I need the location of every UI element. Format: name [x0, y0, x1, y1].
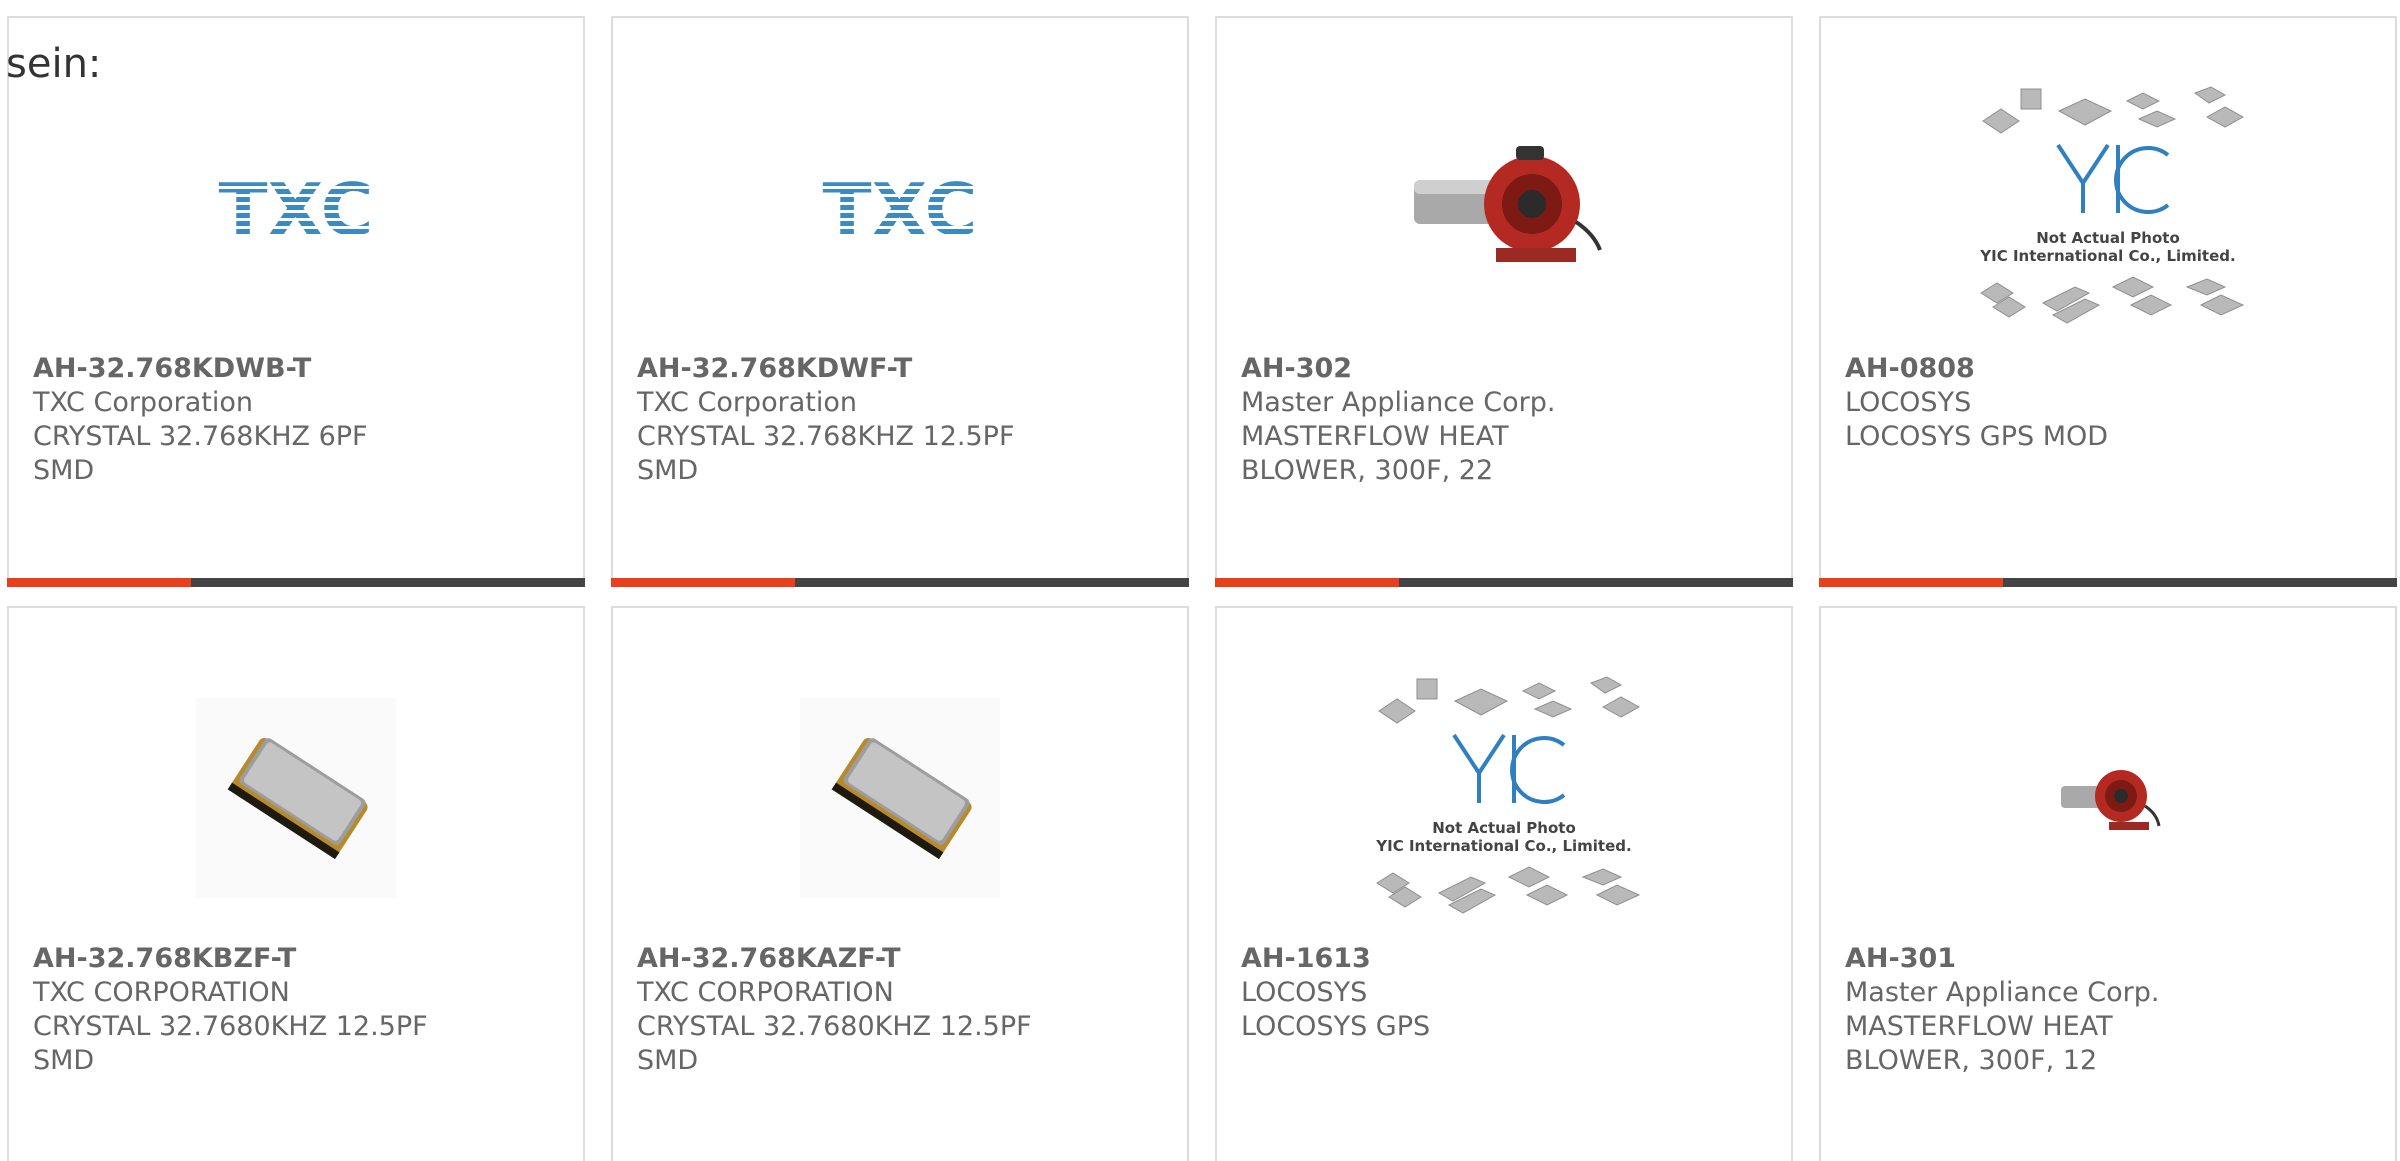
page-fragment-text: sein: — [6, 41, 102, 87]
description: MASTERFLOW HEAT BLOWER, 300F, 22 — [1241, 421, 1509, 486]
heat-blower-small-icon — [2061, 770, 2161, 830]
crystal-icon — [800, 698, 1000, 898]
manufacturer: Master Appliance Corp. — [1241, 387, 1556, 418]
product-info: AH-302 Master Appliance Corp. MASTERFLOW… — [1241, 352, 1767, 488]
card-bar-accent — [7, 578, 191, 587]
product-info: AH-301 Master Appliance Corp. MASTERFLOW… — [1845, 942, 2371, 1078]
description: LOCOSYS GPS MOD — [1845, 421, 2109, 452]
manufacturer: Master Appliance Corp. — [1845, 977, 2160, 1008]
part-number[interactable]: AH-301 — [1845, 942, 2371, 976]
card-bar-accent — [1215, 578, 1399, 587]
part-number[interactable]: AH-1613 — [1241, 942, 1767, 976]
product-card[interactable]: TXC AH-32.768KDWF-T TXC Corporation CRYS… — [611, 16, 1189, 587]
part-number[interactable]: AH-302 — [1241, 352, 1767, 386]
product-image[interactable]: Not Actual Photo YIC International Co., … — [1217, 668, 1791, 928]
description: CRYSTAL 32.768KHZ 12.5PF SMD — [637, 421, 1015, 486]
manufacturer: TXC Corporation — [637, 387, 857, 418]
txc-logo-text: TXC — [823, 173, 978, 243]
description: MASTERFLOW HEAT BLOWER, 300F, 12 — [1845, 1011, 2113, 1076]
product-card[interactable]: Not Actual Photo YIC International Co., … — [1215, 606, 1793, 1161]
manufacturer: TXC CORPORATION — [33, 977, 290, 1008]
placeholder-line-1: Not Actual Photo — [1432, 819, 1576, 837]
product-card[interactable]: AH-301 Master Appliance Corp. MASTERFLOW… — [1819, 606, 2397, 1161]
part-number[interactable]: AH-0808 — [1845, 352, 2371, 386]
placeholder-line-2: YIC International Co., Limited. — [1375, 837, 1631, 855]
part-number[interactable]: AH-32.768KDWB-T — [33, 352, 559, 386]
product-image[interactable] — [613, 668, 1187, 928]
product-info: AH-32.768KDWF-T TXC Corporation CRYSTAL … — [637, 352, 1163, 488]
manufacturer: LOCOSYS — [1845, 387, 1972, 418]
manufacturer: LOCOSYS — [1241, 977, 1368, 1008]
description: CRYSTAL 32.7680KHZ 12.5PF SMD — [33, 1011, 428, 1076]
description: LOCOSYS GPS — [1241, 1011, 1431, 1042]
card-bar — [1819, 578, 2397, 587]
card-bar-accent — [611, 578, 795, 587]
product-info: AH-32.768KDWB-T TXC Corporation CRYSTAL … — [33, 352, 559, 488]
txc-logo-text: TXC — [219, 173, 374, 243]
yic-placeholder-icon: Not Actual Photo YIC International Co., … — [1979, 86, 2245, 324]
description: CRYSTAL 32.768KHZ 6PF SMD — [33, 421, 368, 486]
heat-blower-icon — [1414, 146, 1602, 262]
card-bar — [1215, 578, 1793, 587]
card-bar-accent — [1819, 578, 2003, 587]
product-image[interactable]: Not Actual Photo YIC International Co., … — [1821, 78, 2395, 338]
yic-placeholder-icon: Not Actual Photo YIC International Co., … — [1375, 676, 1641, 914]
product-grid: TXC AH-32.768KDWB-T TXC Corporation CRYS… — [7, 16, 2400, 1161]
product-card[interactable]: AH-32.768KBZF-T TXC CORPORATION CRYSTAL … — [7, 606, 585, 1161]
product-info: AH-0808 LOCOSYS LOCOSYS GPS MOD — [1845, 352, 2371, 454]
card-bar — [7, 578, 585, 587]
part-number[interactable]: AH-32.768KAZF-T — [637, 942, 1163, 976]
placeholder-line-1: Not Actual Photo — [2036, 229, 2180, 247]
part-number[interactable]: AH-32.768KBZF-T — [33, 942, 559, 976]
manufacturer: TXC CORPORATION — [637, 977, 894, 1008]
product-card[interactable]: AH-302 Master Appliance Corp. MASTERFLOW… — [1215, 16, 1793, 587]
txc-logo-icon: TXC — [823, 173, 978, 243]
product-image[interactable]: TXC — [613, 78, 1187, 338]
product-card[interactable]: TXC AH-32.768KDWB-T TXC Corporation CRYS… — [7, 16, 585, 587]
txc-logo-icon: TXC — [219, 173, 374, 243]
crystal-icon — [196, 698, 396, 898]
product-image[interactable]: TXC — [9, 78, 583, 338]
product-card[interactable]: AH-32.768KAZF-T TXC CORPORATION CRYSTAL … — [611, 606, 1189, 1161]
product-info: AH-1613 LOCOSYS LOCOSYS GPS — [1241, 942, 1767, 1044]
description: CRYSTAL 32.7680KHZ 12.5PF SMD — [637, 1011, 1032, 1076]
product-image[interactable] — [9, 668, 583, 928]
placeholder-line-2: YIC International Co., Limited. — [1979, 247, 2235, 265]
product-image[interactable] — [1821, 668, 2395, 928]
manufacturer: TXC Corporation — [33, 387, 253, 418]
product-info: AH-32.768KBZF-T TXC CORPORATION CRYSTAL … — [33, 942, 559, 1078]
product-card[interactable]: Not Actual Photo YIC International Co., … — [1819, 16, 2397, 587]
card-bar — [611, 578, 1189, 587]
part-number[interactable]: AH-32.768KDWF-T — [637, 352, 1163, 386]
product-image[interactable] — [1217, 78, 1791, 338]
product-info: AH-32.768KAZF-T TXC CORPORATION CRYSTAL … — [637, 942, 1163, 1078]
